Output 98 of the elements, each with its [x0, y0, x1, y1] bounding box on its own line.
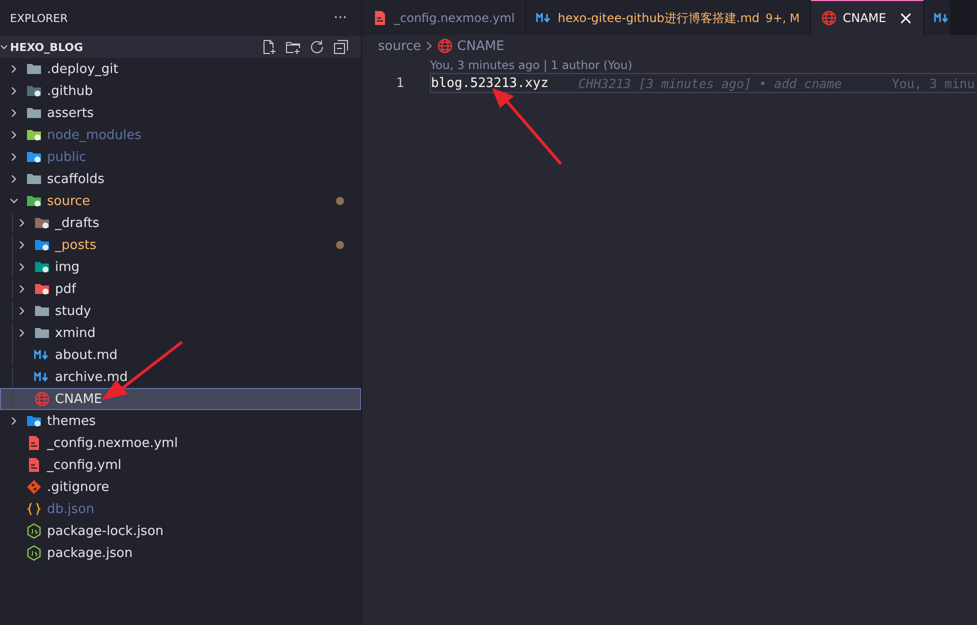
- tree-item[interactable]: package.json: [0, 542, 361, 564]
- tree-item[interactable]: pdf: [0, 278, 361, 300]
- tree-item-label: xmind: [55, 326, 96, 340]
- problem-count: 9+, M: [766, 11, 800, 25]
- tree-item-label: node_modules: [47, 128, 142, 142]
- tree-item[interactable]: img: [0, 256, 361, 278]
- tab-label: _config.nexmoe.yml: [394, 11, 515, 25]
- tree-item-label: package-lock.json: [47, 524, 165, 538]
- globe-icon: [437, 38, 454, 54]
- folder-icon: [26, 127, 42, 143]
- tab-label: CNAME: [842, 11, 886, 25]
- tree-item-label: themes: [47, 414, 97, 428]
- git-icon: [26, 479, 42, 495]
- tree-item[interactable]: scaffolds: [0, 168, 361, 190]
- collapse-all-icon[interactable]: [333, 39, 349, 55]
- globe-icon: [820, 10, 837, 26]
- tree-item[interactable]: .gitignore: [0, 476, 361, 498]
- tree-item-label: _config.yml: [47, 458, 122, 472]
- tree-item[interactable]: source: [0, 190, 361, 212]
- tree-item-label: about.md: [55, 348, 119, 362]
- tree-item[interactable]: package-lock.json: [0, 520, 361, 542]
- refresh-icon[interactable]: [309, 39, 325, 55]
- breadcrumb-item[interactable]: source: [378, 38, 422, 54]
- tree-item-label: public: [47, 150, 88, 164]
- tree-item-label: pdf: [55, 282, 78, 296]
- tree-item-label: package.json: [47, 546, 134, 560]
- tree-item-label: study: [55, 304, 92, 318]
- tree-item-label: scaffolds: [47, 172, 106, 186]
- editor-tab[interactable]: [924, 0, 952, 35]
- folder-icon: [26, 83, 42, 99]
- folder-icon: [26, 105, 42, 121]
- tree-item-label: _config.nexmoe.yml: [47, 436, 179, 450]
- folder-icon: [26, 149, 42, 165]
- codelens-text[interactable]: You, 3 minutes ago | 1 author (You): [362, 57, 977, 73]
- modified-dot: [336, 241, 344, 249]
- folder-icon: [26, 413, 42, 429]
- markdown-icon: [934, 13, 950, 23]
- tree-item-label: .deploy_git: [47, 62, 120, 76]
- hexagon-icon: [26, 523, 42, 539]
- modified-dot: [336, 197, 344, 205]
- tree-item-label: _posts: [55, 238, 98, 252]
- tree-item[interactable]: .deploy_git: [0, 58, 361, 80]
- folder-icon: [34, 303, 50, 319]
- tree-item[interactable]: study: [0, 300, 361, 322]
- folder-icon: [26, 61, 42, 77]
- new-folder-icon[interactable]: [285, 39, 301, 55]
- tree-item-label: CNAME: [55, 392, 104, 406]
- tree-item[interactable]: .github: [0, 80, 361, 102]
- new-file-icon[interactable]: [261, 39, 277, 55]
- folder-icon: [26, 193, 42, 209]
- tab-label: hexo-gitee-github进行博客搭建.md: [558, 10, 760, 26]
- globe-icon: [34, 391, 50, 407]
- tree-item[interactable]: archive.md: [0, 366, 361, 388]
- folder-icon: [34, 215, 50, 231]
- close-button[interactable]: ×: [898, 8, 914, 28]
- folder-icon: [34, 281, 50, 297]
- tree-item[interactable]: _config.yml: [0, 454, 361, 476]
- line-number: 1: [395, 76, 405, 90]
- workspace-header[interactable]: HEXO_BLOG: [0, 36, 361, 58]
- tree-item-label: archive.md: [55, 370, 129, 384]
- tree-item[interactable]: _drafts: [0, 212, 361, 234]
- document-icon: [26, 435, 42, 451]
- tree-item-label: asserts: [47, 106, 95, 120]
- folder-icon: [34, 237, 50, 253]
- tree-item-label: .gitignore: [47, 480, 110, 494]
- editor-tab[interactable]: _config.nexmoe.yml: [362, 0, 526, 35]
- more-actions-button[interactable]: ···: [330, 10, 351, 26]
- code-text: blog.523213.xyz: [431, 76, 548, 90]
- folder-icon: [34, 259, 50, 275]
- tree-item[interactable]: about.md: [0, 344, 361, 366]
- tree-item-label: _drafts: [55, 216, 100, 230]
- editor-tab[interactable]: CNAME ×: [810, 0, 924, 35]
- hexagon-icon: [26, 545, 42, 561]
- blame-annotation: CHH3213 [3 minutes ago] • add cname: [578, 76, 842, 90]
- tree-item[interactable]: xmind: [0, 322, 361, 344]
- explorer-title: EXPLORER: [10, 12, 68, 24]
- breadcrumb-item[interactable]: CNAME: [457, 38, 504, 54]
- markdown-icon: [34, 350, 50, 360]
- markdown-icon: [34, 372, 50, 382]
- folder-icon: [34, 325, 50, 341]
- tree-item[interactable]: CNAME: [0, 388, 361, 410]
- braces-icon: [26, 501, 42, 517]
- blame-annotation: You, 3 minu: [892, 76, 975, 90]
- tree-item[interactable]: _posts: [0, 234, 361, 256]
- tree-item[interactable]: _config.nexmoe.yml: [0, 432, 361, 454]
- tree-item[interactable]: themes: [0, 410, 361, 432]
- document-icon: [372, 10, 388, 26]
- workspace-name: HEXO_BLOG: [10, 40, 84, 54]
- tree-item-label: img: [55, 260, 81, 274]
- folder-icon: [26, 171, 42, 187]
- tree-item[interactable]: asserts: [0, 102, 361, 124]
- tree-item-label: db.json: [47, 502, 96, 516]
- document-icon: [26, 457, 42, 473]
- chevron-icon: [425, 41, 434, 51]
- markdown-icon: [536, 13, 552, 23]
- tree-item-label: .github: [47, 84, 94, 98]
- tree-item-label: source: [47, 194, 92, 208]
- editor-tab[interactable]: hexo-gitee-github进行博客搭建.md 9+, M: [526, 0, 811, 35]
